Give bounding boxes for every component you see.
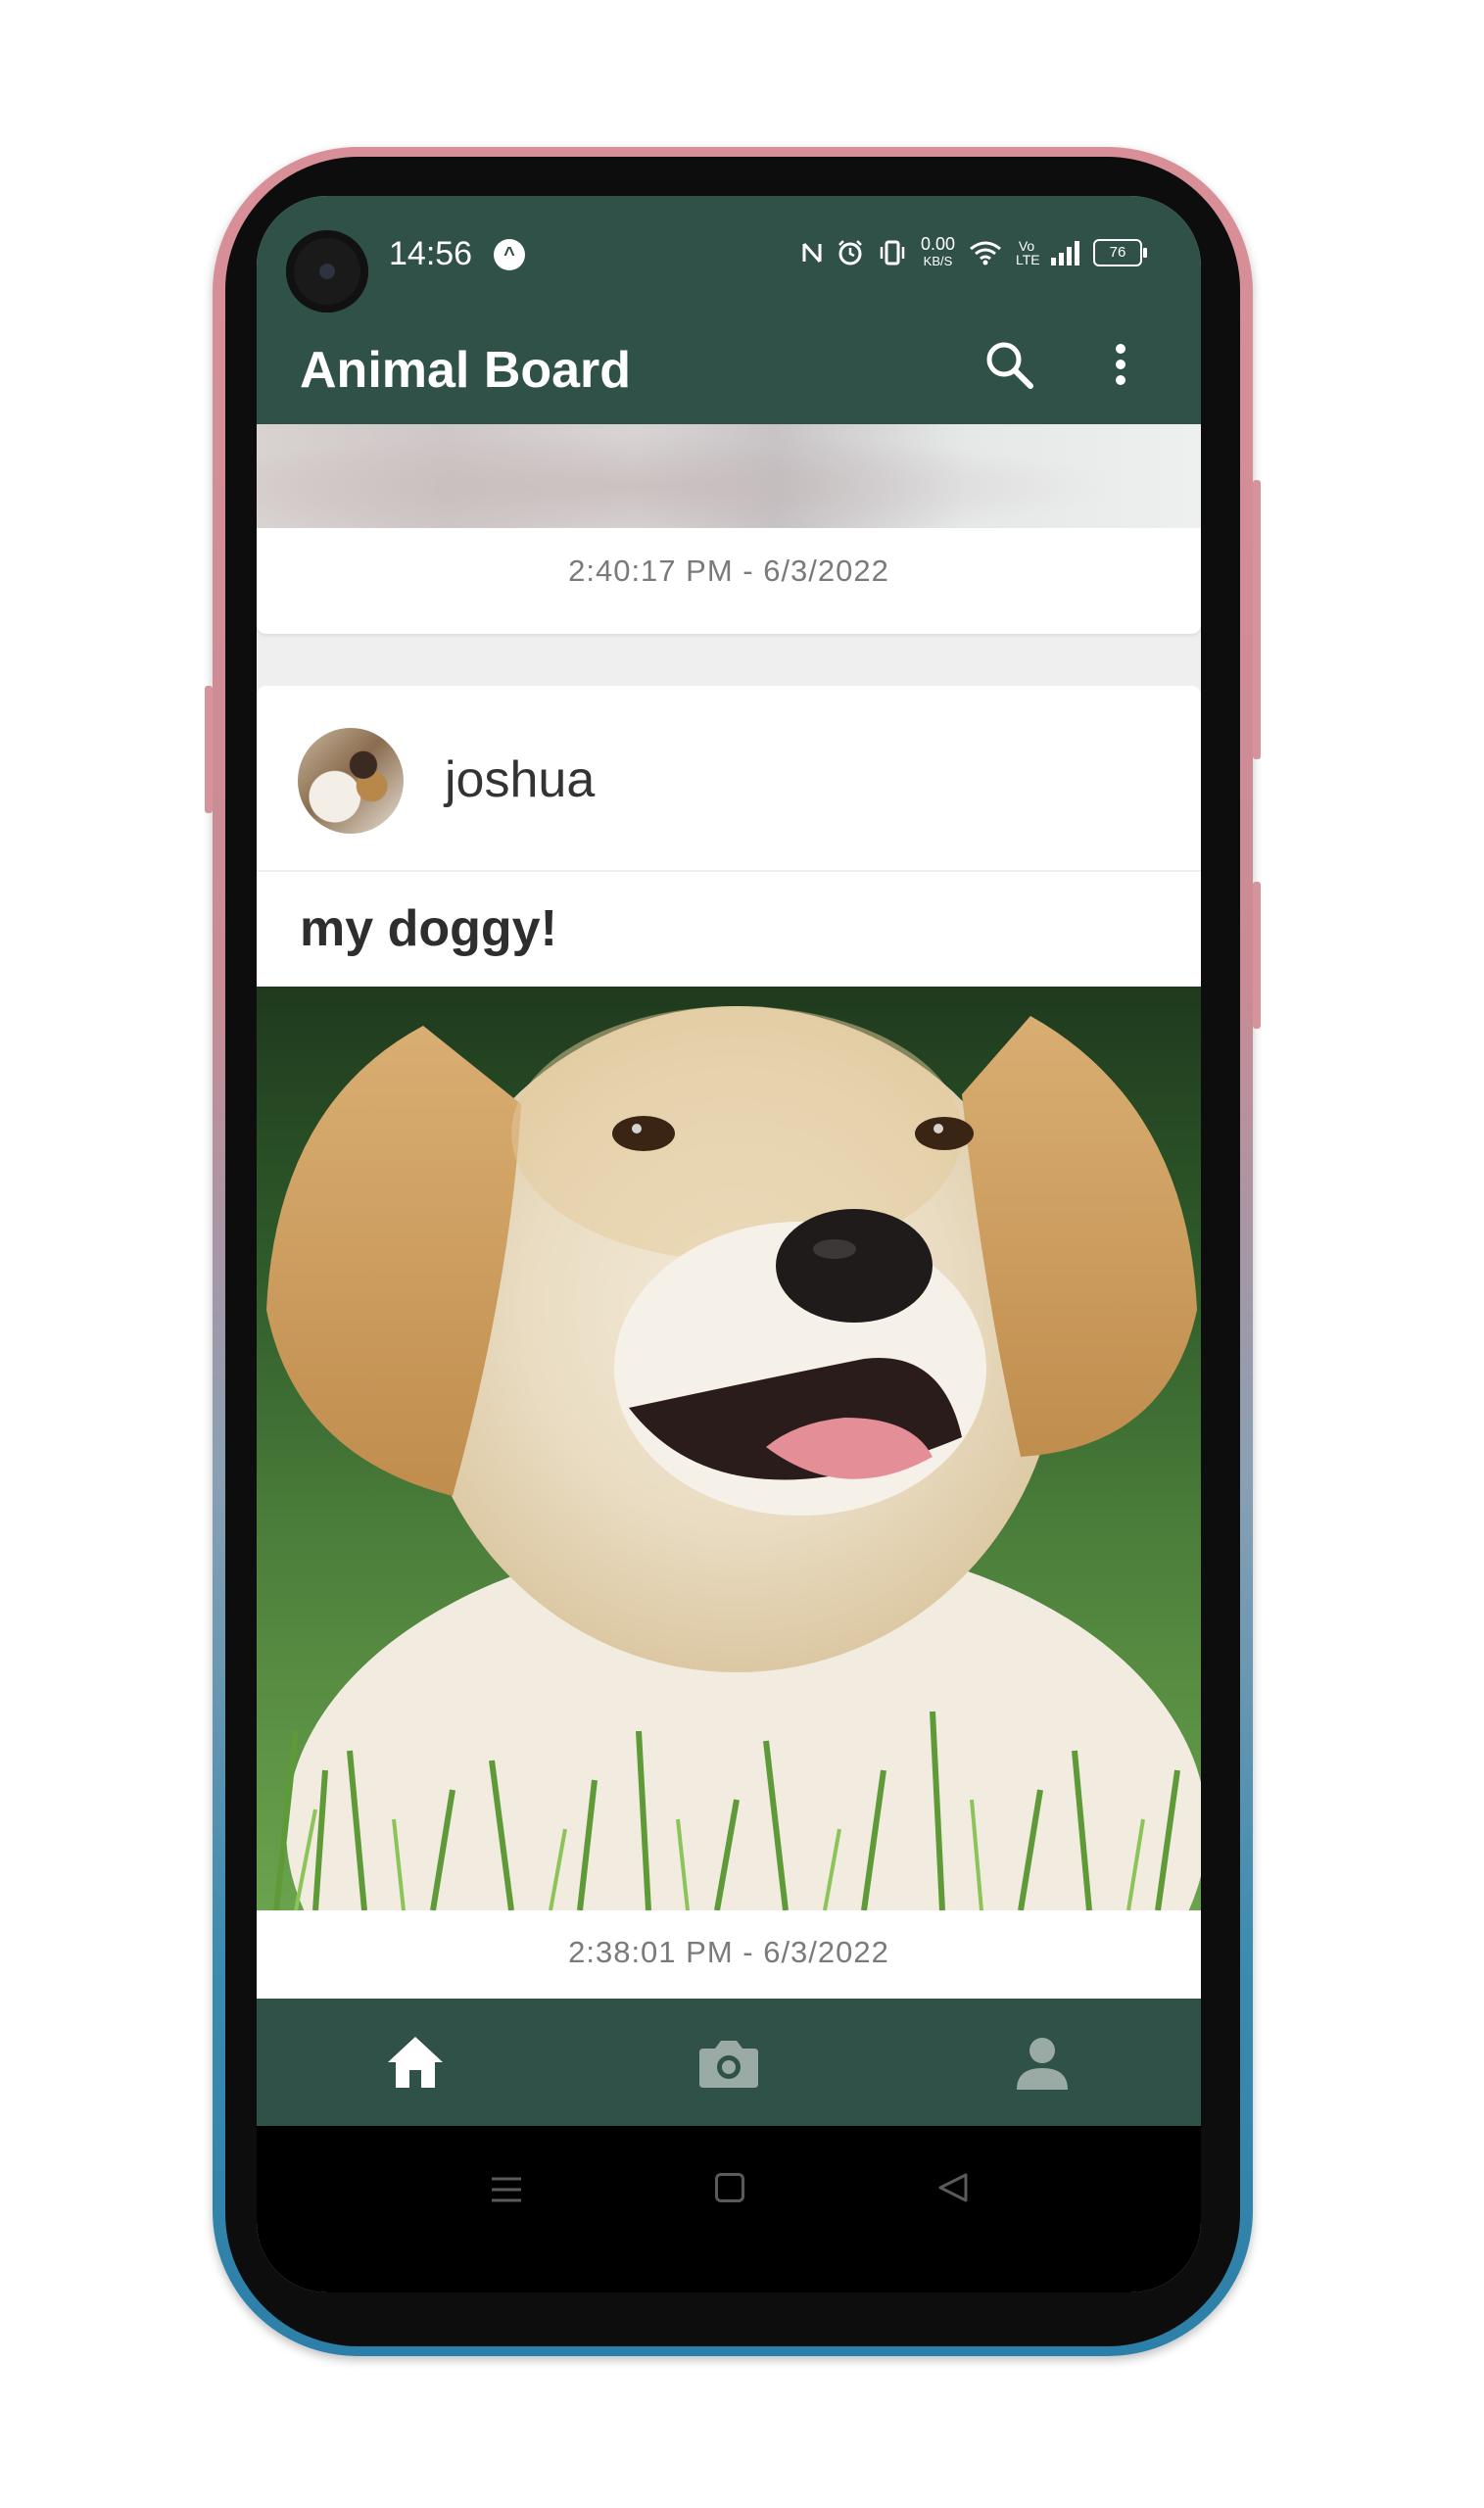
net-speed-unit: KB/S <box>923 254 953 268</box>
profile-icon[interactable] <box>1015 2033 1070 2092</box>
status-time: 14:56 <box>389 235 473 272</box>
side-button <box>1253 882 1261 1029</box>
more-vert-icon[interactable] <box>1101 335 1140 394</box>
net-speed-value: 0.00 <box>920 234 955 254</box>
system-navigation-bar <box>257 2126 1201 2292</box>
net-speed: 0.00 KB/S <box>920 234 955 269</box>
search-icon[interactable] <box>980 335 1038 394</box>
front-camera <box>286 230 368 313</box>
home-icon[interactable] <box>384 2033 447 2092</box>
post-card[interactable]: 2:40:17 PM - 6/3/2022 <box>257 424 1201 634</box>
avatar[interactable] <box>298 728 404 834</box>
battery-icon: 76 <box>1093 239 1147 266</box>
volte-label: Vo LTE <box>1016 238 1040 267</box>
status-icons: 0.00 KB/S Vo LTE 76 <box>801 233 1147 272</box>
vibrate-icon <box>880 240 905 265</box>
post-caption: my doggy! <box>300 900 557 957</box>
back-triangle-icon[interactable] <box>936 2171 970 2204</box>
side-button <box>1253 480 1261 759</box>
nav-arrow-icon: ^ <box>494 239 525 270</box>
signal-icon <box>1051 240 1079 265</box>
post-username[interactable]: joshua <box>445 750 595 809</box>
recents-icon[interactable] <box>490 2175 523 2204</box>
post-timestamp: 2:40:17 PM - 6/3/2022 <box>568 554 889 588</box>
app-bar: Animal Board <box>257 314 1201 424</box>
phone-screen: 14:56 ^ 0.00 KB/S Vo LTE 76 Animal Board… <box>257 196 1201 2292</box>
post-header: joshua <box>257 686 1201 872</box>
post-card[interactable]: joshua my doggy! 2:38:01 PM - 6/3/2022 <box>257 686 1201 2194</box>
post-image[interactable] <box>257 424 1201 528</box>
wifi-icon <box>970 241 1001 265</box>
app-title: Animal Board <box>300 342 632 399</box>
nfc-icon <box>802 243 822 263</box>
bottom-navigation <box>257 1999 1201 2126</box>
post-feed[interactable]: 2:40:17 PM - 6/3/2022 joshua my doggy! 2… <box>257 424 1201 2194</box>
side-button <box>205 686 213 813</box>
post-timestamp: 2:38:01 PM - 6/3/2022 <box>568 1935 889 1969</box>
camera-icon[interactable] <box>697 2033 760 2092</box>
home-square-icon[interactable] <box>715 2173 744 2202</box>
alarm-icon <box>838 240 862 265</box>
post-image[interactable] <box>257 987 1201 1910</box>
status-bar: 14:56 ^ 0.00 KB/S Vo LTE 76 <box>257 196 1201 314</box>
